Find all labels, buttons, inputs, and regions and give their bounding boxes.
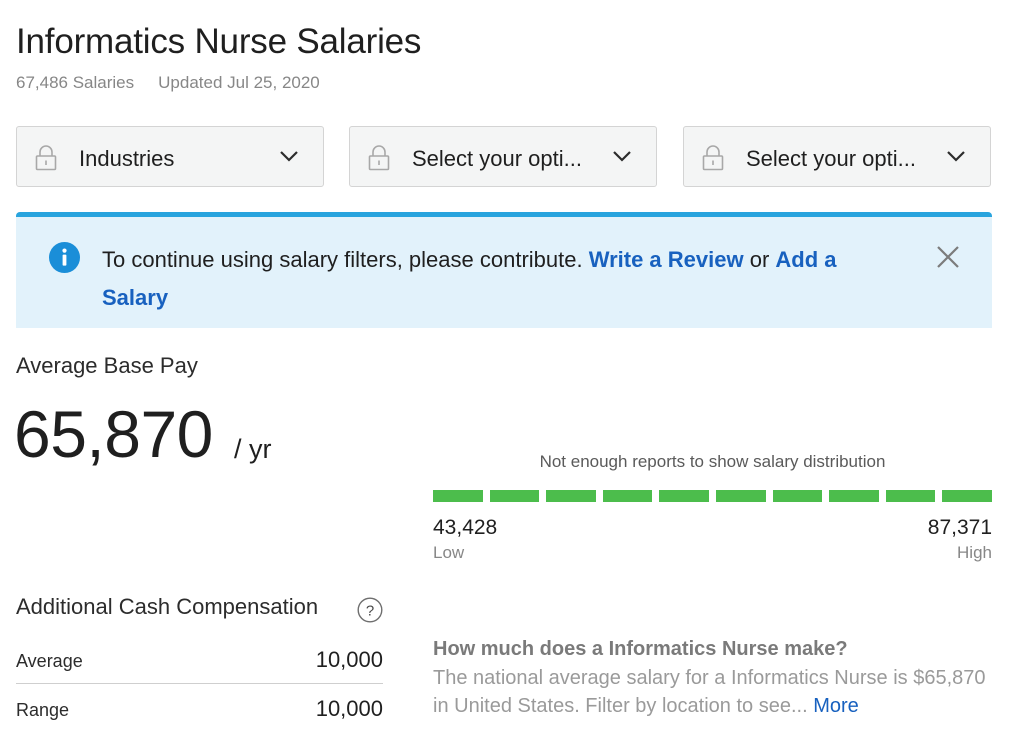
compensation-row-average: Average 10,000 [16, 644, 383, 676]
average-base-pay-label: Average Base Pay [16, 353, 198, 378]
row-value: 10,000 [315, 647, 383, 672]
help-icon[interactable]: ? [357, 597, 383, 623]
distribution-segment [716, 490, 766, 502]
filter-option-2[interactable]: Select your opti... [349, 126, 657, 187]
more-link[interactable]: More [813, 695, 859, 717]
distribution-segment [942, 490, 992, 502]
row-divider [16, 683, 383, 684]
distribution-segment [772, 490, 823, 502]
distribution-segment [546, 490, 596, 502]
additional-cash-label: Additional Cash Compensation [16, 594, 319, 619]
high-salary-value: 87,371 [927, 516, 992, 539]
distribution-segment [885, 490, 936, 502]
chevron-down-icon [613, 151, 631, 162]
distribution-segment [659, 490, 709, 502]
filter-label: Select your opti... [746, 146, 916, 171]
lock-icon [702, 145, 724, 171]
distribution-message: Not enough reports to show salary distri… [539, 452, 886, 471]
lock-icon [368, 145, 390, 171]
salary-range-bar [433, 490, 992, 502]
banner-or: or [743, 247, 776, 272]
lock-icon [35, 145, 57, 171]
page-title: Informatics Nurse Salaries [16, 22, 422, 61]
contribute-banner: To continue using salary filters, please… [16, 212, 992, 328]
filter-industries[interactable]: Industries [16, 126, 324, 187]
filter-label: Select your opti... [412, 146, 582, 171]
row-key: Average [16, 651, 83, 671]
low-salary-label: Low [433, 543, 465, 562]
banner-text: To continue using salary filters, please… [102, 247, 589, 272]
filter-label: Industries [79, 146, 175, 171]
write-review-link[interactable]: Write a Review [589, 247, 744, 272]
faq-question: How much does a Informatics Nurse make? [433, 638, 848, 660]
high-salary-label: High [957, 543, 992, 562]
svg-text:?: ? [366, 603, 374, 620]
info-icon [49, 242, 80, 273]
low-salary-value: 43,428 [433, 516, 498, 539]
salaries-count: 67,486 Salaries [16, 73, 135, 92]
distribution-segment [489, 490, 540, 502]
updated-date: Updated Jul 25, 2020 [158, 73, 320, 92]
row-value: 10,000 [315, 696, 383, 721]
distribution-segment [602, 490, 653, 502]
chevron-down-icon [947, 151, 965, 162]
row-key: Range [16, 700, 70, 720]
distribution-segment [829, 490, 879, 502]
close-icon[interactable] [936, 245, 960, 269]
compensation-row-range: Range 10,000 [16, 693, 383, 725]
faq-answer: The national average salary for a Inform… [433, 664, 993, 720]
page-meta: 67,486 Salaries Updated Jul 25, 2020 [16, 73, 320, 93]
filter-option-3[interactable]: Select your opti... [683, 126, 991, 187]
distribution-segment [433, 490, 483, 502]
faq-answer-text: The national average salary for a Inform… [433, 667, 986, 717]
chevron-down-icon [280, 151, 298, 162]
pay-unit: / yr [234, 434, 272, 464]
average-base-pay-value: 65,870 [14, 397, 213, 471]
banner-message: To continue using salary filters, please… [102, 241, 892, 317]
